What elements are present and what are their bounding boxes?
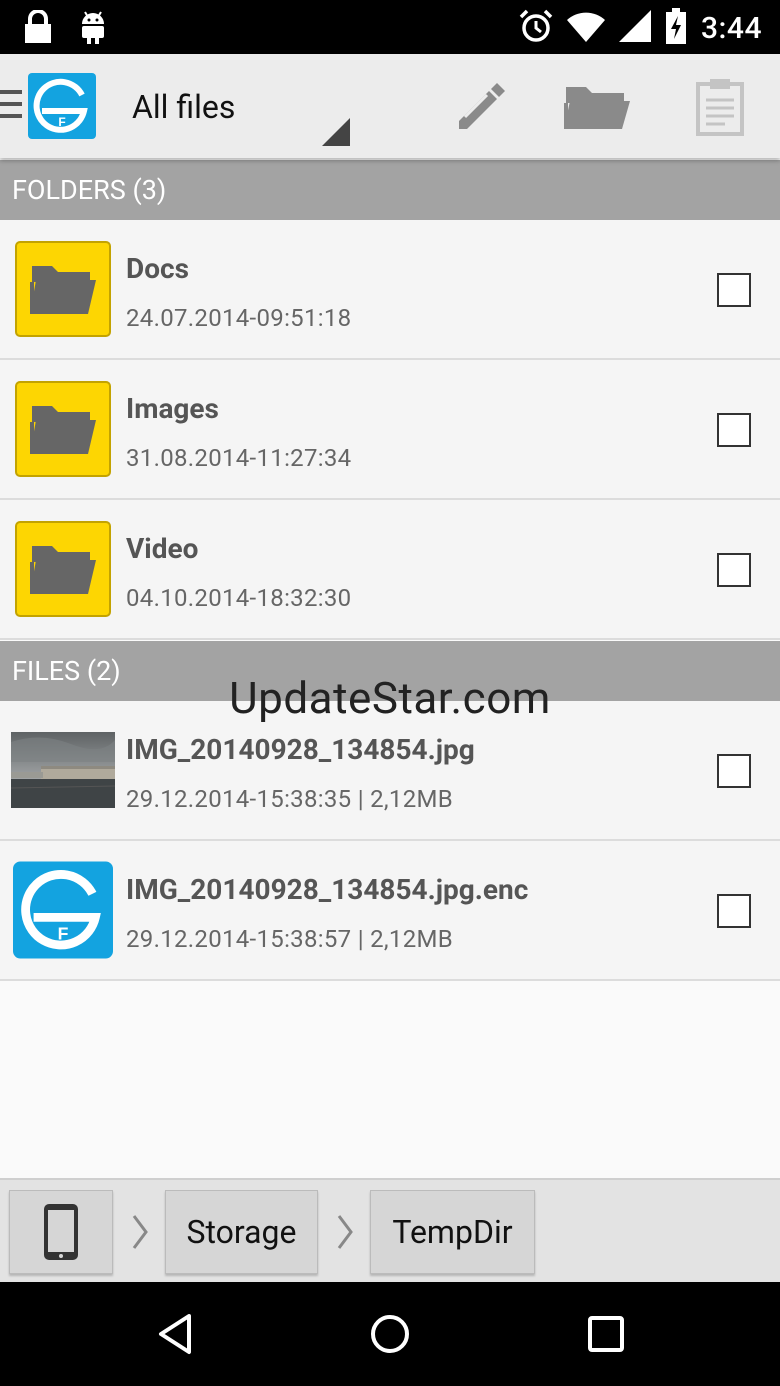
phone-icon (44, 1204, 78, 1260)
app-logo-icon[interactable]: F (28, 73, 96, 139)
wifi-icon (566, 10, 605, 46)
status-bar: 3:44 (0, 0, 780, 54)
folder-date: 24.07.2014-09:51:18 (126, 304, 352, 332)
select-checkbox[interactable] (717, 413, 751, 447)
alarm-icon (519, 9, 553, 47)
folder-icon (15, 381, 111, 477)
file-name: IMG_20140928_134854.jpg.enc (126, 873, 529, 906)
folder-row-docs[interactable]: Docs 24.07.2014-09:51:18 (0, 220, 780, 360)
folder-row-images[interactable]: Images 31.08.2014-11:27:34 (0, 360, 780, 500)
home-icon[interactable] (360, 1306, 420, 1362)
battery-charging-icon (665, 8, 687, 48)
folder-icon (15, 241, 111, 337)
folder-date: 31.08.2014-11:27:34 (126, 444, 352, 472)
file-name: IMG_20140928_134854.jpg (126, 733, 475, 766)
folders-section-header: FOLDERS (3) (0, 160, 780, 220)
folder-row-video[interactable]: Video 04.10.2014-18:32:30 (0, 500, 780, 640)
folder-date: 04.10.2014-18:32:30 (126, 584, 352, 612)
file-row[interactable]: F IMG_20140928_134854.jpg.enc 29.12.2014… (0, 841, 780, 981)
breadcrumb-device-button[interactable] (9, 1190, 113, 1274)
select-checkbox[interactable] (717, 553, 751, 587)
edit-icon[interactable] (442, 76, 512, 138)
folder-name: Images (126, 392, 219, 425)
breadcrumb-tempdir[interactable]: TempDir (370, 1190, 535, 1274)
chevron-right-icon (337, 1215, 353, 1249)
signal-icon (618, 10, 651, 46)
folder-icon (15, 521, 111, 617)
dropdown-triangle-icon[interactable] (322, 118, 350, 146)
action-bar: F All files (0, 54, 780, 158)
folder-name: Video (126, 532, 199, 565)
breadcrumb: Storage TempDir (0, 1178, 780, 1282)
chevron-right-icon (132, 1215, 148, 1249)
encrypted-file-icon: F (13, 860, 113, 960)
select-checkbox[interactable] (717, 894, 751, 928)
watermark: UpdateStar.com (229, 672, 551, 724)
file-meta: 29.12.2014-15:38:35 | 2,12MB (126, 785, 454, 813)
android-icon (78, 10, 108, 48)
view-selector-title[interactable]: All files (132, 88, 235, 126)
folder-name: Docs (126, 252, 189, 285)
recents-icon[interactable] (576, 1306, 636, 1362)
svg-text:F: F (58, 923, 69, 943)
drawer-menu-icon[interactable] (0, 90, 22, 124)
photo-thumbnail (10, 732, 116, 808)
file-meta: 29.12.2014-15:38:57 | 2,12MB (126, 925, 454, 953)
lock-icon (24, 9, 52, 48)
select-checkbox[interactable] (717, 273, 751, 307)
back-icon[interactable] (145, 1306, 205, 1362)
navigation-bar (0, 1282, 780, 1386)
clipboard-icon[interactable] (685, 76, 755, 138)
folder-icon[interactable] (562, 76, 632, 138)
svg-text:F: F (58, 115, 65, 129)
select-checkbox[interactable] (717, 754, 751, 788)
clock: 3:44 (700, 10, 762, 46)
breadcrumb-storage[interactable]: Storage (165, 1190, 318, 1274)
